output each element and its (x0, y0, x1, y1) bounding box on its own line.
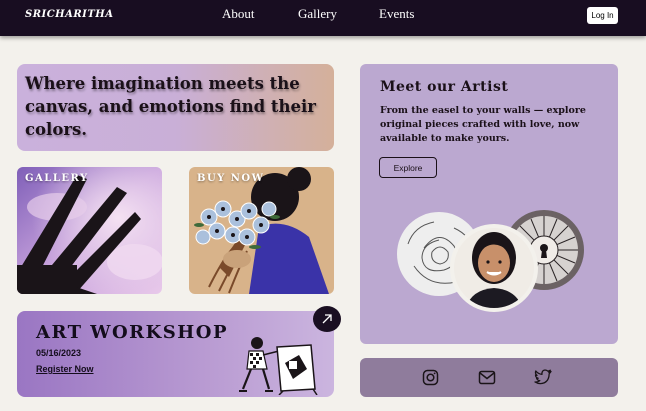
register-now-link[interactable]: Register Now (36, 364, 94, 374)
workshop-arrow-button[interactable] (313, 306, 341, 332)
nav-link-events[interactable]: Events (379, 6, 414, 22)
buy-now-tile-label: BUY NOW (197, 173, 265, 184)
top-nav: SRICHARITHA About Gallery Events Log In (0, 0, 646, 36)
mail-icon[interactable] (478, 370, 496, 385)
gallery-tile-label: GALLERY (25, 173, 89, 184)
workshop-title: ART WORKSHOP (36, 322, 228, 343)
buy-now-artwork-image (189, 167, 334, 294)
site-logo[interactable]: SRICHARITHA (25, 9, 114, 20)
twitter-icon[interactable] (534, 369, 552, 385)
artist-title: Meet our Artist (380, 79, 509, 95)
gallery-brushes-image (17, 167, 162, 294)
hero-tagline: Where imagination meets the canvas, and … (25, 74, 316, 139)
login-button[interactable]: Log In (587, 7, 618, 24)
workshop-date: 05/16/2023 (36, 348, 82, 358)
buy-now-tile[interactable]: BUY NOW (189, 167, 334, 294)
social-bar (360, 358, 618, 397)
instagram-icon[interactable] (422, 369, 439, 386)
artist-description: From the easel to your walls — explore o… (380, 105, 586, 144)
meet-artist-card: Meet our Artist From the easel to your w… (360, 64, 618, 344)
explore-button[interactable]: Explore (379, 157, 437, 178)
painter-illustration (239, 337, 318, 395)
arrow-up-right-icon (322, 314, 332, 324)
workshop-card: ART WORKSHOP 05/16/2023 Register Now (17, 311, 334, 397)
nav-link-about[interactable]: About (222, 6, 255, 22)
gallery-tile[interactable]: GALLERY (17, 167, 162, 294)
hero-banner: Where imagination meets the canvas, and … (17, 64, 334, 151)
nav-link-gallery[interactable]: Gallery (298, 6, 337, 22)
artist-artwork-collage (397, 210, 584, 312)
